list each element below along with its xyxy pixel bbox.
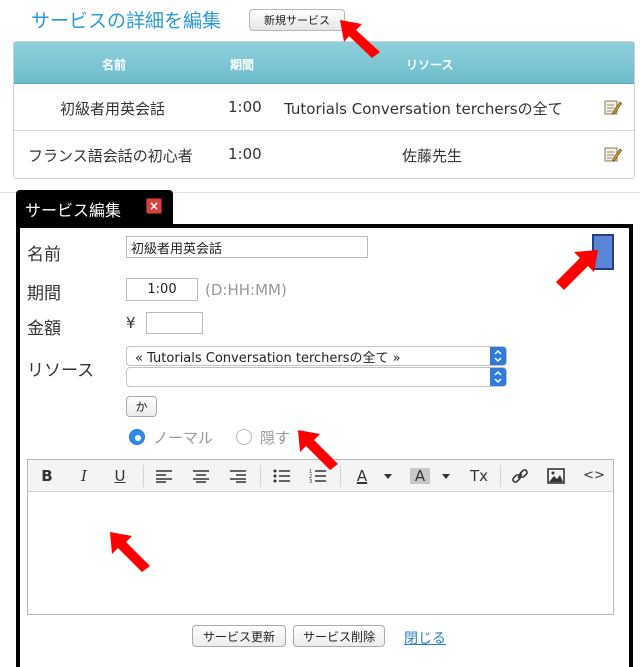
table-header: 名前 期間 リソース [14,42,634,84]
radio-hidden-label: 隠す [260,429,291,447]
table-row[interactable]: フランス語会話の初心者 1:00 佐藤先生 [14,131,634,178]
caret-down-icon[interactable] [384,474,392,479]
column-header-resource: リソース [406,58,454,72]
text-color-icon[interactable]: A [352,468,372,484]
annotation-arrow-icon [556,250,598,290]
bold-icon[interactable]: B [37,468,57,484]
caret-down-icon[interactable] [442,474,450,479]
link-icon[interactable] [511,468,529,484]
clear-format-icon[interactable]: Tx [466,468,492,484]
duration-input[interactable]: 1:00 [126,278,198,301]
new-service-button[interactable]: 新規サービス [249,9,345,31]
toolbar-separator [143,465,144,487]
annotation-arrow-icon [340,20,380,58]
resource-select-2[interactable] [126,367,507,387]
image-icon[interactable] [547,468,565,484]
row-duration: 1:00 [228,98,262,116]
edit-icon[interactable] [604,98,622,116]
row-name: フランス語会話の初心者 [28,147,193,165]
resource-select-1[interactable]: « Tutorials Conversation terchersの全て » [126,346,507,366]
align-left-icon[interactable] [155,469,173,483]
yen-symbol: ¥ [126,314,136,332]
italic-icon[interactable]: I [74,468,94,484]
dialog-title: サービス編集 [25,201,122,220]
name-label: 名前 [27,245,61,265]
background-color-icon[interactable]: A [410,468,430,484]
row-resource: Tutorials Conversation terchersの全て [284,100,563,118]
page-title: サービスの詳細を編集 [31,10,222,32]
toolbar-separator [500,465,501,487]
price-input[interactable] [146,312,203,334]
edit-icon[interactable] [604,145,622,163]
select-arrows-icon [490,347,506,365]
radio-hidden[interactable] [236,429,252,445]
annotation-arrow-icon [298,430,338,470]
update-service-button[interactable]: サービス更新 [192,625,286,647]
table-row[interactable]: 初級者用英会話 1:00 Tutorials Conversation terc… [14,84,634,131]
close-link[interactable]: 閉じる [404,628,446,648]
annotation-arrow-icon [110,532,150,572]
row-resource: 佐藤先生 [402,147,463,165]
resource-select-1-value: « Tutorials Conversation terchersの全て » [135,350,401,366]
column-header-duration: 期間 [230,58,255,72]
column-header-name: 名前 [102,58,127,72]
delete-service-button[interactable]: サービス削除 [293,625,385,647]
align-right-icon[interactable] [229,469,247,483]
radio-normal[interactable] [129,429,145,445]
services-table: 名前 期間 リソース 初級者用英会話 1:00 Tutorials Conver… [13,41,635,179]
radio-normal-label: ノーマル [153,429,214,447]
price-label: 金額 [27,319,61,339]
duration-label: 期間 [27,284,61,304]
row-duration: 1:00 [228,145,262,163]
or-button[interactable]: か [126,396,157,417]
align-center-icon[interactable] [192,469,210,483]
close-icon[interactable]: × [146,198,162,214]
name-input[interactable]: 初級者用英会話 [126,236,368,258]
bullet-list-icon[interactable] [273,469,291,483]
toolbar-separator [260,465,261,487]
svg-text:3: 3 [309,479,312,484]
duration-hint: (D:HH:MM) [205,281,287,299]
resource-label: リソース [27,361,95,381]
row-name: 初級者用英会話 [60,100,166,118]
select-arrows-icon [490,368,506,386]
code-view-icon[interactable]: <> [582,468,606,484]
underline-icon[interactable]: U [110,468,130,484]
